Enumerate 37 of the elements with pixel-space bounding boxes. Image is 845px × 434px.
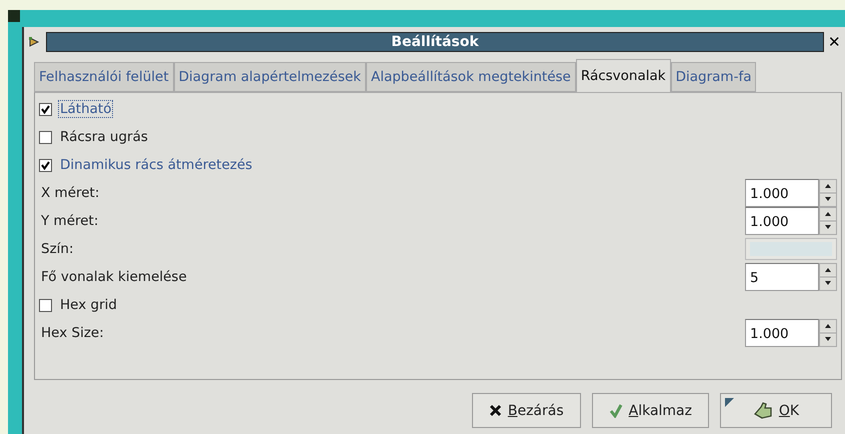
tab[interactable]: Alapbeállítások megtekintése (366, 62, 576, 92)
tab[interactable]: Diagram-fa (670, 62, 756, 92)
default-marker-icon (725, 398, 734, 407)
close-button[interactable]: ✕ (828, 33, 840, 51)
spin-field[interactable]: 1.000 (745, 207, 819, 235)
spin-field[interactable]: 5 (745, 263, 819, 291)
field-label: X méret: (40, 184, 100, 202)
spin-arrows-icon[interactable] (819, 207, 837, 235)
spin-arrows-icon[interactable] (819, 263, 837, 291)
apply-button[interactable]: Alkalmaz (592, 393, 709, 428)
tab[interactable]: Felhasználói felület (34, 62, 174, 92)
tab[interactable]: Diagram alapértelmezések (174, 62, 366, 92)
checkbox-label[interactable]: Látható (58, 100, 114, 118)
close-dialog-button[interactable]: Bezárás (472, 393, 581, 428)
spin-arrows-icon[interactable] (819, 179, 837, 207)
checkmark-icon (608, 403, 623, 418)
spin-arrows-icon[interactable] (819, 319, 837, 347)
ok-button[interactable]: OK (720, 393, 832, 428)
checkbox[interactable] (39, 130, 52, 144)
hand-icon (752, 402, 773, 420)
tab[interactable]: Rácsvonalak (576, 59, 671, 92)
field-label: Fő vonalak kiemelése (40, 268, 188, 286)
spin-field[interactable]: 1.000 (745, 179, 819, 207)
spin-field[interactable]: 1.000 (745, 319, 819, 347)
checkbox[interactable] (39, 158, 52, 172)
desktop-corner-block (8, 10, 20, 22)
checkbox[interactable] (39, 102, 52, 116)
window-title: Beállítások (46, 32, 824, 52)
checkbox-label[interactable]: Rácsra ugrás (58, 128, 150, 146)
checkbox-label[interactable]: Dinamikus rács átméretezés (58, 156, 254, 174)
color-picker-button[interactable] (745, 238, 837, 260)
close-icon (488, 404, 502, 417)
checkbox[interactable] (39, 298, 52, 312)
field-label: Hex Size: (40, 324, 105, 342)
field-label: Y méret: (40, 212, 100, 230)
checkbox-label[interactable]: Hex grid (58, 296, 119, 314)
field-label: Szín: (40, 240, 75, 258)
